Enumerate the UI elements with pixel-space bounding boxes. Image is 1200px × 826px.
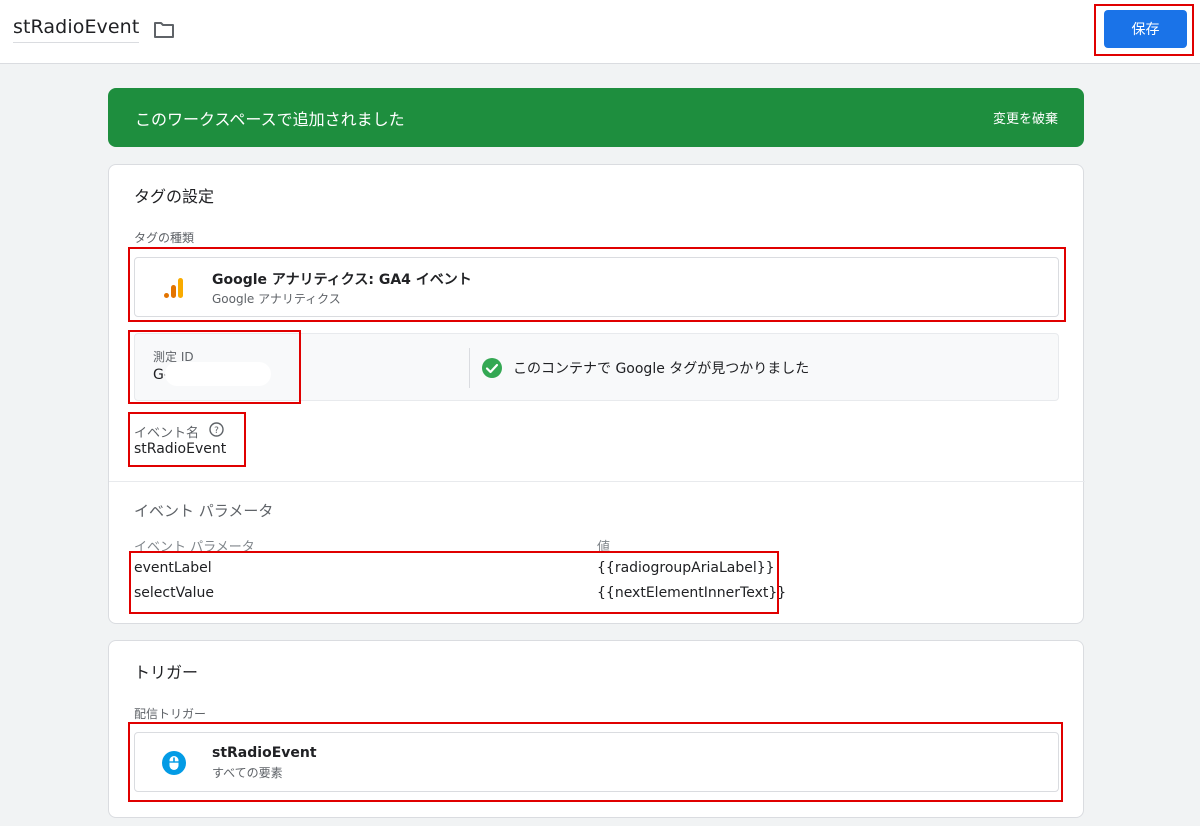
tag-type-selector[interactable]: Google アナリティクス: GA4 イベント Google アナリティクス [134,257,1059,317]
event-name-value[interactable]: stRadioEvent [134,441,226,457]
trigger-subtitle: すべての要素 [212,766,283,780]
tag-config-card: タグの設定 タグの種類 Google アナリティクス: GA4 イベント Goo… [108,164,1085,624]
event-name-label: イベント名 [134,426,200,441]
firing-trigger-label: 配信トリガー [134,707,207,721]
trigger-heading: トリガー [134,663,199,682]
section-divider [109,481,1085,482]
analytics-icon [163,276,187,304]
trigger-selector[interactable]: stRadioEvent すべての要素 [134,732,1059,792]
google-tag-status: このコンテナで Google タグが見つかりました [513,361,810,377]
measurement-divider [469,348,470,388]
param-name: selectValue [134,585,215,601]
check-circle-icon [481,357,503,383]
param-name: eventLabel [134,560,212,576]
redacted-area [165,362,271,386]
params-column-name: イベント パラメータ [134,540,255,555]
trigger-name: stRadioEvent [212,745,317,761]
title-field[interactable]: stRadioEvent [13,16,140,43]
trigger-card: トリガー 配信トリガー stRadioEvent すべての要素 [108,640,1084,818]
svg-text:?: ? [214,426,219,436]
top-bar: stRadioEvent 保存 [0,0,1200,64]
tag-type-label: タグの種類 [134,231,195,245]
measurement-id-box: 測定 ID G-[ このコンテナで Google タグが見つかりました [134,333,1059,401]
discard-changes-link[interactable]: 変更を破棄 [993,108,1058,127]
tag-type-subtitle: Google アナリティクス [212,292,341,306]
page-title[interactable]: stRadioEvent [13,16,139,38]
event-params-heading: イベント パラメータ [134,502,274,520]
folder-icon[interactable] [153,21,175,43]
param-value: {{radiogroupAriaLabel}} [597,560,775,576]
param-value: {{nextElementInnerText}} [597,585,787,601]
tag-config-heading: タグの設定 [134,187,215,206]
workspace-banner: このワークスペースで追加されました 変更を破棄 [108,88,1084,147]
save-button[interactable]: 保存 [1104,10,1187,48]
click-trigger-icon [162,751,186,779]
banner-message: このワークスペースで追加されました [135,110,405,129]
help-icon[interactable]: ? [209,422,224,441]
tag-type-name: Google アナリティクス: GA4 イベント [212,272,472,288]
params-column-value: 値 [597,540,611,555]
